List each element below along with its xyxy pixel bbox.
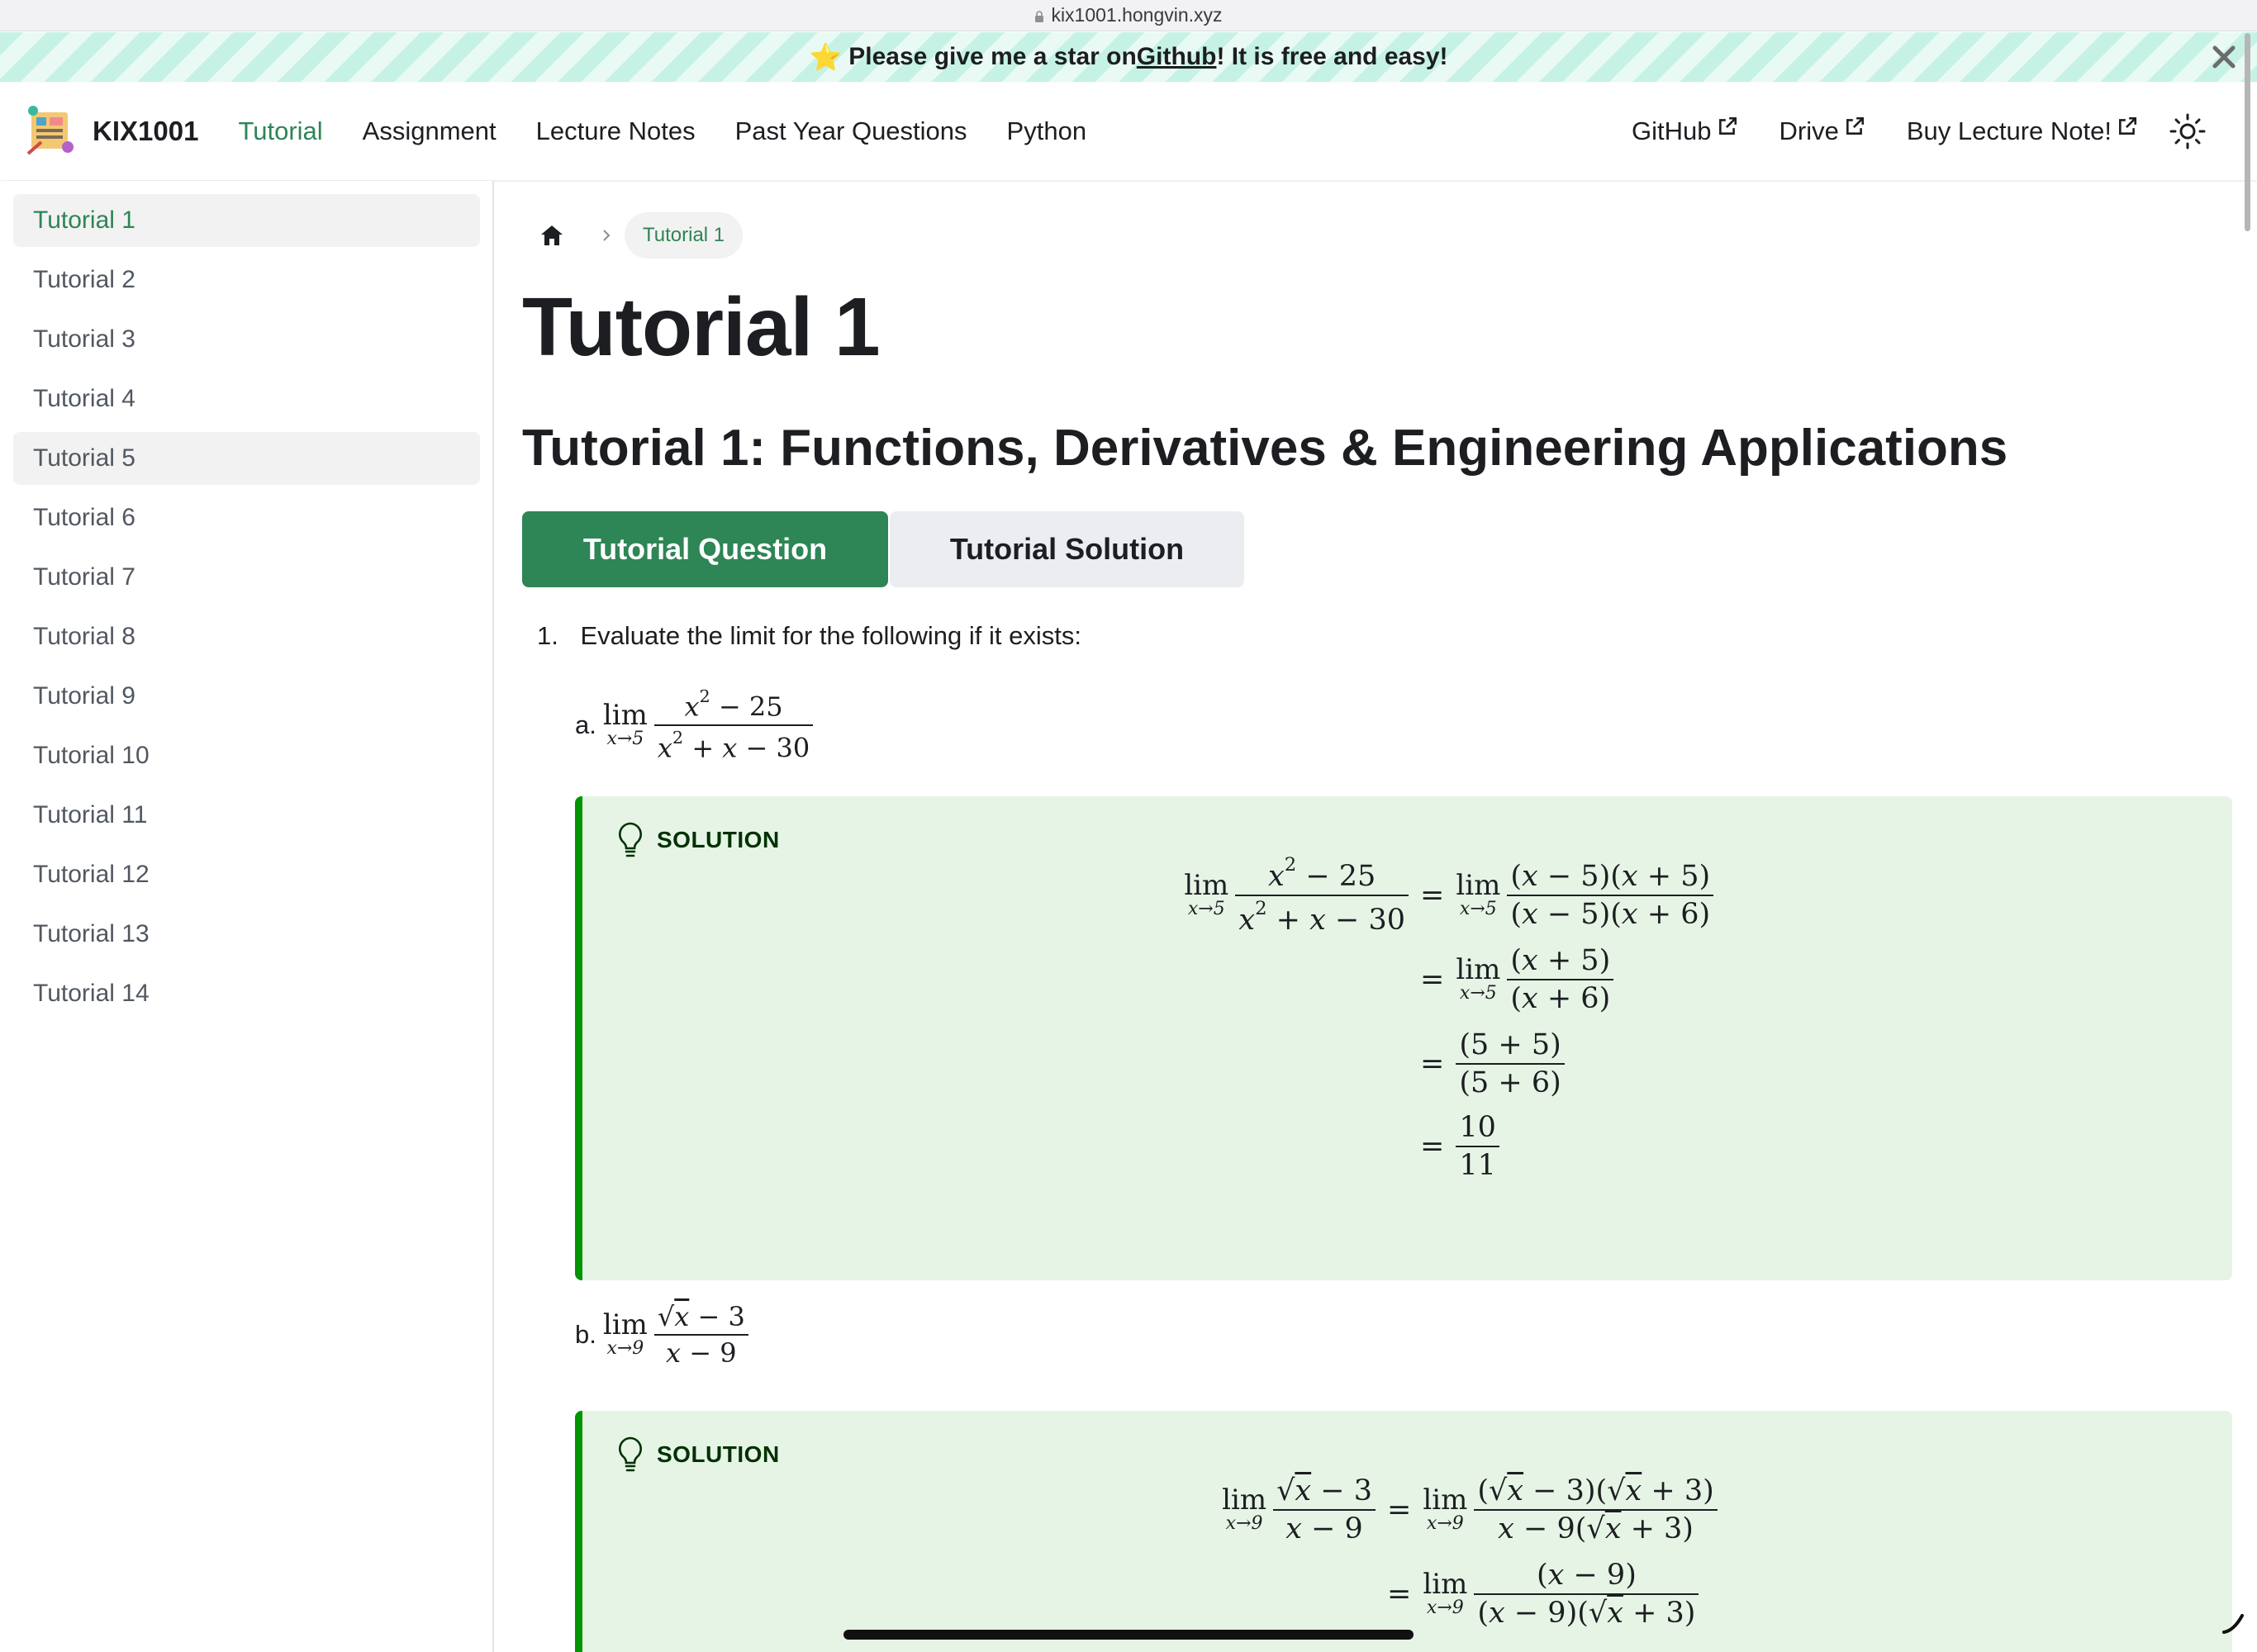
nav-assignment[interactable]: Assignment	[363, 116, 497, 146]
part-b-label: b.	[575, 1320, 596, 1349]
sidebar-item-tutorial-8[interactable]: Tutorial 8	[13, 610, 480, 663]
url-text: kix1001.hongvin.xyz	[1051, 4, 1223, 26]
sidebar-item-tutorial-3[interactable]: Tutorial 3	[13, 313, 480, 366]
tab-tutorial-question[interactable]: Tutorial Question	[522, 511, 888, 587]
nav-drive[interactable]: Drive	[1779, 116, 1865, 146]
sidebar-item-tutorial-2[interactable]: Tutorial 2	[13, 254, 480, 306]
external-link-icon	[1846, 116, 1864, 135]
part-a: a. lim x→5 x2 − 25 x2 + x − 30	[575, 686, 814, 763]
sidebar-item-tutorial-12[interactable]: Tutorial 12	[13, 848, 480, 901]
part-b: b. lim x→9 √x − 3x − 9	[575, 1301, 748, 1369]
nav-drive-label: Drive	[1779, 116, 1839, 145]
external-link-icon	[2119, 116, 2137, 135]
page-subtitle: Tutorial 1: Functions, Derivatives & Eng…	[522, 420, 2008, 477]
question-1: 1. Evaluate the limit for the following …	[537, 621, 1081, 651]
sidebar-item-tutorial-6[interactable]: Tutorial 6	[13, 491, 480, 544]
announcement-bar: ⭐ Please give me a star on Github ! It i…	[0, 32, 2257, 82]
question-text: Evaluate the limit for the following if …	[580, 621, 1081, 650]
close-icon[interactable]	[2207, 40, 2240, 74]
sidebar: Tutorial 1 Tutorial 2 Tutorial 3 Tutorial 4…	[0, 181, 494, 1652]
announcement-text-after: ! It is free and easy!	[1216, 43, 1448, 70]
nav-past-year-questions[interactable]: Past Year Questions	[735, 116, 967, 146]
tab-tutorial-solution[interactable]: Tutorial Solution	[890, 511, 1244, 587]
solution-a-equations: lim x→5 x2 − 25 x2 + x − 30 = lim x→5 (x − …	[582, 796, 2240, 1280]
breadcrumb: Tutorial 1	[522, 212, 744, 259]
sidebar-item-tutorial-7[interactable]: Tutorial 7	[13, 551, 480, 604]
nav-github-label: GitHub	[1632, 116, 1712, 145]
sidebar-item-tutorial-11[interactable]: Tutorial 11	[13, 789, 480, 842]
nav-tutorial[interactable]: Tutorial	[238, 116, 322, 146]
sidebar-item-tutorial-13[interactable]: Tutorial 13	[13, 908, 480, 961]
brand[interactable]: KIX1001	[25, 104, 198, 159]
sidebar-list: Tutorial 1 Tutorial 2 Tutorial 3 Tutorial 4…	[0, 181, 492, 1020]
sidebar-item-tutorial-14[interactable]: Tutorial 14	[13, 967, 480, 1020]
external-link-icon	[1718, 116, 1737, 135]
nav-lecture-notes[interactable]: Lecture Notes	[536, 116, 696, 146]
sun-icon[interactable]	[2168, 112, 2207, 151]
sidebar-item-tutorial-1[interactable]: Tutorial 1	[13, 194, 480, 247]
solution-b-equations: lim x→9 √x − 3x − 9 = lim x→9 (√x − 3)(√x …	[582, 1411, 2240, 1652]
solution-b: SOLUTION lim x→9 √x − 3x − 9 = lim x→9 (√x…	[575, 1411, 2232, 1652]
sidebar-item-tutorial-10[interactable]: Tutorial 10	[13, 729, 480, 782]
nav-python[interactable]: Python	[1007, 116, 1087, 146]
resize-handle-icon[interactable]	[2221, 1611, 2245, 1635]
brand-title: KIX1001	[93, 116, 199, 146]
sidebar-item-tutorial-4[interactable]: Tutorial 4	[13, 373, 480, 425]
announcement-text-before: Please give me a star on	[848, 43, 1137, 70]
browser-url-bar[interactable]: kix1001.hongvin.xyz	[0, 0, 2257, 31]
scrollbar-thumb[interactable]	[2245, 33, 2250, 231]
nav-buy-lecture-note[interactable]: Buy Lecture Note!	[1907, 116, 2138, 146]
star-icon: ⭐	[809, 42, 843, 72]
logo-icon	[26, 106, 74, 155]
sidebar-item-tutorial-9[interactable]: Tutorial 9	[13, 670, 480, 723]
home-icon[interactable]	[539, 222, 565, 249]
nav-buy-label: Buy Lecture Note!	[1906, 116, 2112, 145]
chevron-right-icon	[603, 230, 611, 241]
page-title: Tutorial 1	[522, 281, 881, 373]
github-link[interactable]: Github	[1137, 43, 1217, 71]
lock-icon	[1035, 10, 1044, 22]
navbar: KIX1001 Tutorial Assignment Lecture Note…	[0, 83, 2257, 180]
nav-github[interactable]: GitHub	[1632, 116, 1737, 146]
solution-a: SOLUTION lim x→5 x2 − 25 x2 + x − 30 = lim…	[575, 796, 2232, 1280]
part-a-label: a.	[575, 710, 596, 739]
breadcrumb-current: Tutorial 1	[625, 212, 744, 259]
home-indicator[interactable]	[843, 1630, 1414, 1640]
tab-list: Tutorial Question Tutorial Solution	[522, 511, 1244, 587]
sidebar-item-tutorial-5[interactable]: Tutorial 5	[13, 432, 480, 485]
question-number: 1.	[537, 621, 558, 650]
